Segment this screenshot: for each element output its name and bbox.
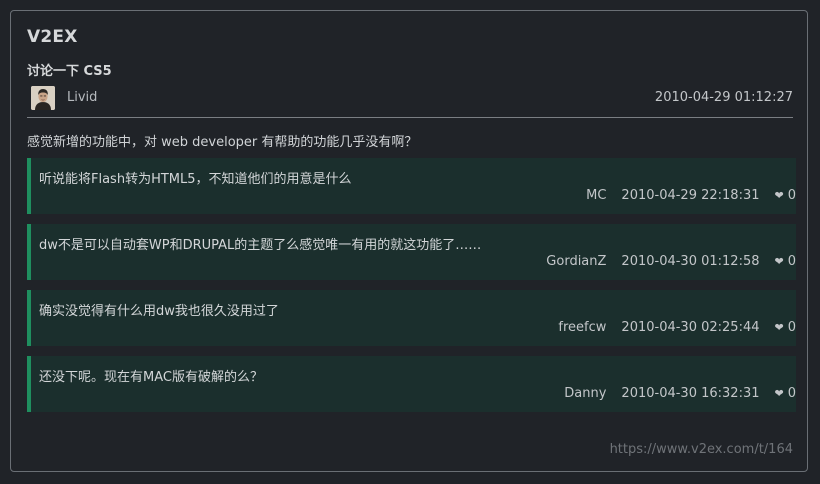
site-title[interactable]: V2EX [27,27,78,47]
reply-meta: GordianZ 2010-04-30 01:12:58 ❤ 0 [546,254,796,269]
reply-time: 2010-04-30 01:12:58 [621,254,760,269]
reply-item: 还没下呢。现在有MAC版有破解的么？ Danny 2010-04-30 16:3… [27,356,796,412]
like-count: 0 [787,386,796,401]
heart-icon: ❤ [774,189,784,202]
reply-meta: freefcw 2010-04-30 02:25:44 ❤ 0 [558,320,796,335]
reply-meta: MC 2010-04-29 22:18:31 ❤ 0 [586,188,796,203]
reply-author[interactable]: freefcw [558,320,606,335]
source-url[interactable]: https://www.v2ex.com/t/164 [610,442,793,457]
like-count: 0 [787,320,796,335]
author-row: Livid 2010-04-29 01:12:27 [27,86,793,112]
reply-text: dw不是可以自动套WP和DRUPAL的主题了么感觉唯一有用的就这功能了…… [39,238,482,253]
topic-card: V2EX 讨论一下 CS5 Livid 2010-04-29 01:12:27 … [10,10,808,472]
like-button[interactable]: ❤ 0 [775,254,797,269]
topic-title[interactable]: 讨论一下 CS5 [27,60,112,79]
like-button[interactable]: ❤ 0 [775,320,797,335]
reply-author[interactable]: Danny [564,386,606,401]
like-button[interactable]: ❤ 0 [775,386,797,401]
reply-meta: Danny 2010-04-30 16:32:31 ❤ 0 [564,386,796,401]
topic-time: 2010-04-29 01:12:27 [654,90,793,105]
topic-body: 感觉新增的功能中，对 web developer 有帮助的功能几乎没有啊？ [27,135,418,150]
topic-author[interactable]: Livid [67,90,97,105]
divider [27,117,793,118]
like-count: 0 [787,254,796,269]
reply-list: 听说能将Flash转为HTML5，不知道他们的用意是什么 MC 2010-04-… [27,158,796,422]
reply-text: 确实没觉得有什么用dw我也很久没用过了 [39,304,279,319]
heart-icon: ❤ [774,387,784,400]
heart-icon: ❤ [774,255,784,268]
reply-text: 还没下呢。现在有MAC版有破解的么？ [39,370,263,385]
reply-time: 2010-04-30 16:32:31 [621,386,760,401]
reply-time: 2010-04-29 22:18:31 [621,188,760,203]
avatar[interactable] [31,86,55,110]
reply-author[interactable]: MC [586,188,606,203]
reply-item: 确实没觉得有什么用dw我也很久没用过了 freefcw 2010-04-30 0… [27,290,796,346]
heart-icon: ❤ [774,321,784,334]
reply-text: 听说能将Flash转为HTML5，不知道他们的用意是什么 [39,172,352,187]
reply-item: dw不是可以自动套WP和DRUPAL的主题了么感觉唯一有用的就这功能了…… Go… [27,224,796,280]
reply-item: 听说能将Flash转为HTML5，不知道他们的用意是什么 MC 2010-04-… [27,158,796,214]
reply-time: 2010-04-30 02:25:44 [621,320,760,335]
like-button[interactable]: ❤ 0 [775,188,797,203]
like-count: 0 [787,188,796,203]
reply-author[interactable]: GordianZ [546,254,606,269]
